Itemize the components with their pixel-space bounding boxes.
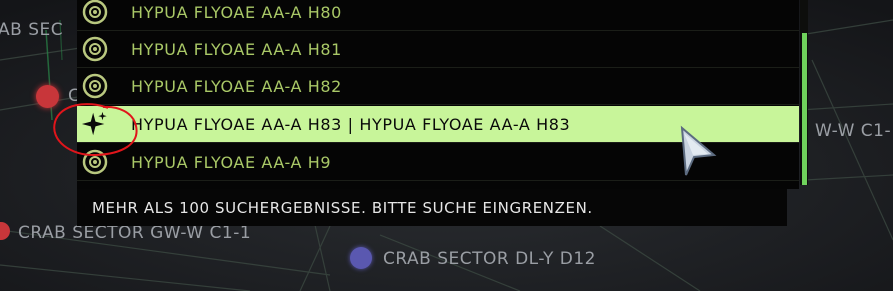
- map-label-crab-dl-y[interactable]: CRAB SECTOR DL-Y D12: [383, 249, 596, 269]
- result-label: HYPUA FLYOAE AA-A H83 | HYPUA FLYOAE AA-…: [131, 114, 571, 134]
- result-row[interactable]: HYPUA FLYOAE AA-A H80: [77, 0, 799, 31]
- planet-orbit-icon: [81, 35, 109, 63]
- result-label: HYPUA FLYOAE AA-A H80: [131, 2, 342, 22]
- pointer-cursor-icon: [680, 125, 717, 176]
- status-message: MEHR ALS 100 SUCHERGEBNISSE. BITTE SUCHE…: [92, 198, 593, 217]
- red-annotation-circle: [53, 103, 138, 157]
- map-label-crab-gw-w[interactable]: CRAB SECTOR GW-W C1-1: [18, 223, 251, 243]
- result-row[interactable]: HYPUA FLYOAE AA-A H82: [77, 68, 799, 105]
- result-label: HYPUA FLYOAE AA-A H9: [131, 152, 332, 172]
- result-label: HYPUA FLYOAE AA-A H82: [131, 76, 342, 96]
- purple-star-system-marker[interactable]: [350, 247, 372, 269]
- results-scrollbar-thumb[interactable]: [802, 33, 807, 185]
- result-row[interactable]: HYPUA FLYOAE AA-A H81: [77, 31, 799, 68]
- map-label-ab-sec[interactable]: AB SEC: [0, 20, 63, 40]
- planet-orbit-icon: [81, 0, 109, 26]
- map-label-gw-w-right[interactable]: W-W C1-: [815, 121, 891, 141]
- search-status-bar: MEHR ALS 100 SUCHERGEBNISSE. BITTE SUCHE…: [77, 189, 787, 226]
- planet-orbit-icon: [81, 72, 109, 100]
- result-label: HYPUA FLYOAE AA-A H81: [131, 39, 342, 59]
